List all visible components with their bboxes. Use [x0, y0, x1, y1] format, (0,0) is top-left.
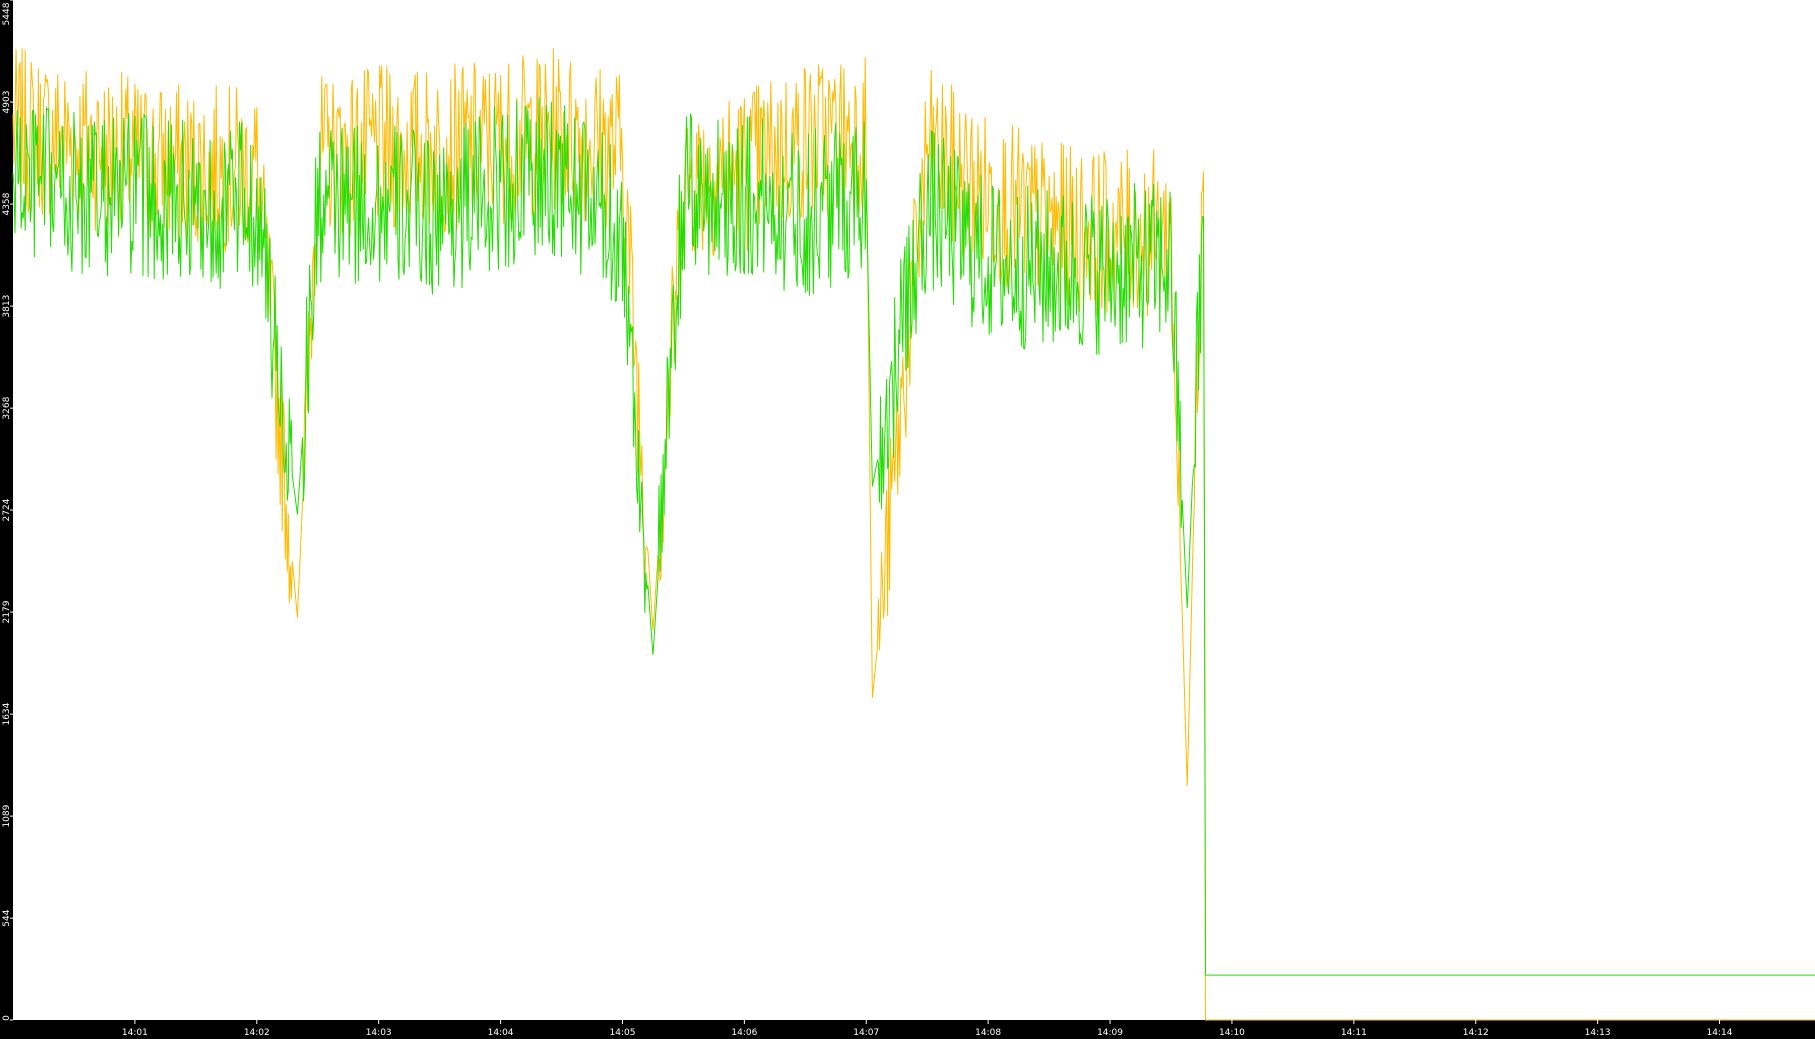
plot-area [13, 0, 1815, 1020]
x-axis: 14:01 14:02 14:03 14:04 14:05 14:06 14:07 14:08… [122, 1020, 1733, 1038]
y-tick-label: 544 [2, 909, 12, 926]
x-tick-label: 14:06 [731, 1028, 757, 1038]
x-tick-label: 14:11 [1341, 1028, 1367, 1038]
x-tick-label: 14:13 [1585, 1028, 1611, 1038]
x-tick-label: 14:05 [610, 1028, 636, 1038]
y-tick-label: 4358 [2, 192, 12, 215]
x-tick-label: 14:03 [366, 1028, 392, 1038]
y-tick-label: 5448 [2, 2, 12, 25]
y-tick-label: 4903 [2, 91, 12, 114]
y-axis: 0 544 1089 1634 2179 2724 3268 3813 4358 4903 5448 [2, 0, 13, 1021]
x-tick-label: 14:08 [975, 1028, 1001, 1038]
x-tick-label: 14:01 [122, 1028, 148, 1038]
x-tick-label: 14:09 [1097, 1028, 1123, 1038]
x-tick-label: 14:10 [1219, 1028, 1245, 1038]
x-tick-label: 14:12 [1463, 1028, 1489, 1038]
chart: 0 544 1089 1634 2179 2724 3268 3813 4358 4903 5448… [0, 0, 1815, 1039]
y-tick-label: 1634 [2, 702, 12, 725]
x-tick-label: 14:07 [853, 1028, 879, 1038]
chart-svg: 0 544 1089 1634 2179 2724 3268 3813 4358 4903 5448… [0, 0, 1815, 1039]
x-tick-label: 14:04 [488, 1028, 514, 1038]
y-tick-label: 1089 [2, 804, 12, 827]
y-tick-label: 2179 [2, 600, 12, 623]
y-tick-label: 3813 [2, 295, 12, 318]
x-tick-label: 14:14 [1707, 1028, 1733, 1038]
y-tick-label: 0 [2, 1015, 12, 1021]
y-tick-label: 3268 [2, 396, 12, 419]
y-tick-label: 2724 [2, 498, 12, 521]
x-tick-label: 14:02 [244, 1028, 270, 1038]
